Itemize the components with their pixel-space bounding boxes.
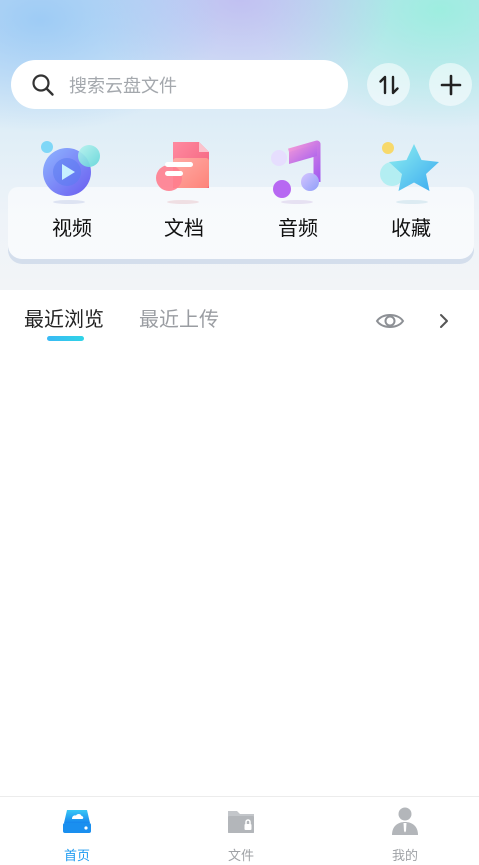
nav-label: 文件 — [227, 849, 254, 864]
nav-label: 我的 — [391, 849, 418, 864]
search-placeholder: 搜索云盘文件 — [69, 75, 177, 97]
music-icon — [271, 140, 321, 204]
chevron-right-icon[interactable] — [434, 309, 454, 333]
nav-me[interactable]: 我的 — [355, 805, 455, 865]
search-bar[interactable]: 搜索云盘文件 — [11, 60, 348, 109]
tab-recent-browse[interactable]: 最近浏览 — [24, 303, 104, 332]
category-label: 收藏 — [391, 216, 431, 240]
category-row: 视频 文档 音频 收藏 — [0, 138, 479, 248]
sort-button[interactable] — [367, 63, 410, 106]
tab-recent-upload[interactable]: 最近上传 — [139, 303, 219, 332]
nav-files[interactable]: 文件 — [191, 805, 291, 865]
category-label: 音频 — [278, 216, 318, 240]
category-label: 文档 — [164, 216, 204, 240]
category-video[interactable]: 视频 — [22, 138, 122, 248]
star-icon — [380, 142, 439, 204]
nav-home[interactable]: 首页 — [27, 805, 127, 865]
search-icon — [32, 73, 54, 96]
plus-icon — [440, 74, 461, 95]
category-label: 视频 — [52, 216, 92, 240]
sort-transfer-icon — [378, 75, 399, 94]
document-icon — [156, 142, 209, 204]
nav-label: 首页 — [63, 849, 90, 864]
add-button[interactable] — [429, 63, 472, 106]
eye-icon[interactable] — [375, 306, 405, 336]
category-audio[interactable]: 音频 — [248, 138, 348, 248]
video-icon — [41, 141, 100, 204]
cloud-drive-icon — [63, 810, 91, 833]
tab-active-indicator — [47, 336, 84, 341]
category-favorites[interactable]: 收藏 — [361, 138, 461, 248]
bottom-navigation: 首页 文件 我的 — [0, 796, 479, 865]
category-document[interactable]: 文档 — [134, 138, 234, 248]
user-icon — [392, 807, 418, 835]
recent-panel: 最近浏览 最近上传 — [0, 291, 479, 796]
folder-lock-icon — [228, 811, 254, 833]
